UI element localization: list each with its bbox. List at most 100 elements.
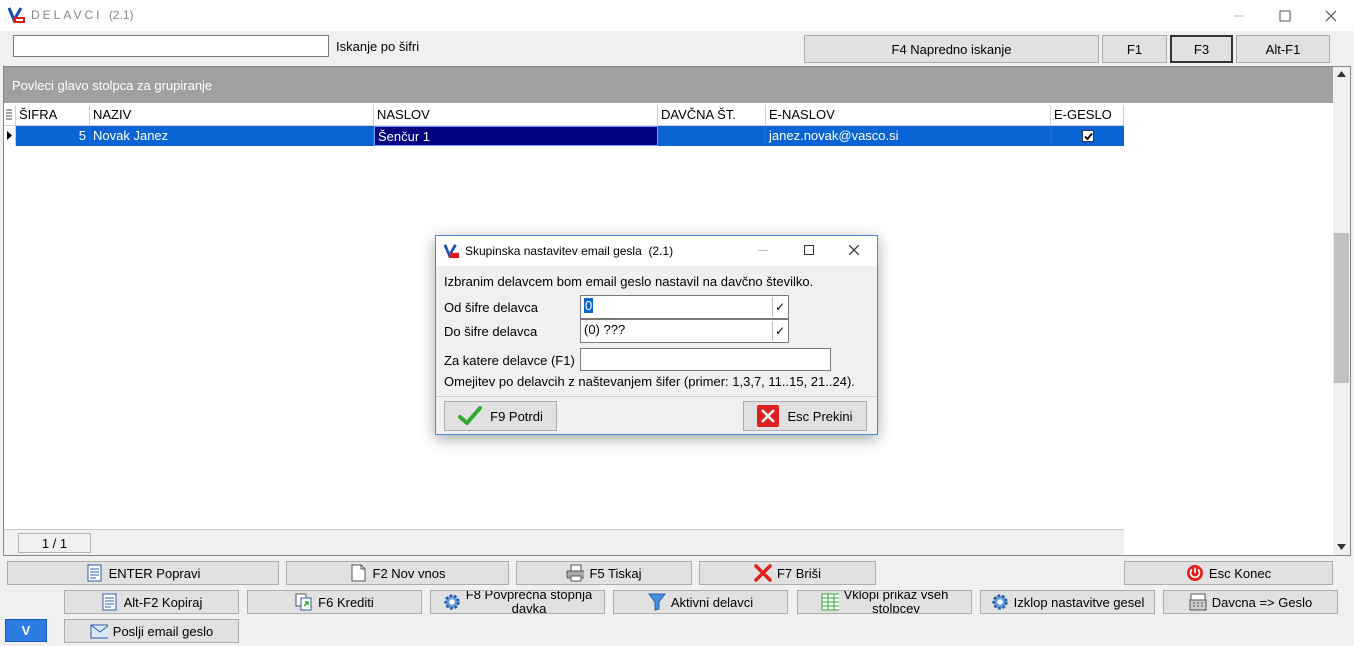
to-code-field[interactable]: (0) ??? ✓ [580,319,789,343]
column-header-naslov[interactable]: NASLOV [374,105,658,126]
column-header-sifra[interactable]: ŠIFRA [16,105,90,126]
active-employees-label: Aktivni delavci [670,594,754,610]
exit-label: Esc Konec [1208,565,1272,581]
filter-funnel-icon [647,593,666,611]
close-button[interactable] [1308,0,1354,31]
envelope-icon [90,622,108,640]
grid-footer [4,529,1124,555]
gear-icon [443,593,461,611]
app-logo-icon [444,244,460,259]
f1-button[interactable]: F1 [1102,35,1167,63]
bulk-email-password-dialog: Skupinska nastavitev email gesla (2.1) I… [435,235,878,435]
minimize-button[interactable] [1216,0,1262,31]
lookup-check-icon[interactable]: ✓ [772,297,787,317]
show-all-columns-button[interactable]: Vklopi prikaz vseh stolpcev [797,590,972,614]
search-label: Iskanje po šifri [336,39,420,54]
lookup-check-icon[interactable]: ✓ [772,321,787,341]
title-bar: DELAVCI (2.1) [0,0,1354,31]
copy-button[interactable]: Alt-F2 Kopiraj [64,590,239,614]
delete-button[interactable]: F7 Briši [699,561,876,585]
power-off-icon [1186,564,1204,582]
v-menu-button[interactable]: V [5,619,47,642]
delete-label: F7 Briši [776,565,822,581]
minimize-icon[interactable] [758,250,768,251]
cancel-label: Esc Prekini [787,408,853,424]
confirm-label: F9 Potrdi [490,408,543,424]
group-by-bar[interactable]: Povleci glavo stolpca za grupiranje [4,67,1333,103]
exit-button[interactable]: Esc Konec [1124,561,1333,585]
confirm-button[interactable]: F9 Potrdi [444,401,557,431]
maximize-icon[interactable] [804,245,814,255]
cell-email[interactable]: janez.novak@vasco.si [766,126,1051,146]
edit-button-label: ENTER Popravi [108,565,201,581]
current-row-icon [7,131,12,140]
search-input[interactable] [13,35,329,57]
minimize-icon [1234,15,1244,16]
send-email-password-button[interactable]: Poslji email geslo [64,619,239,643]
credits-button[interactable]: F6 Krediti [247,590,422,614]
scroll-thumb[interactable] [1334,233,1349,383]
from-code-value: 0 [584,298,594,313]
show-cols-line2: stolpcev [872,601,920,614]
new-entry-button[interactable]: F2 Nov vnos [286,561,509,585]
egeslo-checkbox[interactable] [1082,130,1094,142]
row-selector[interactable] [4,126,16,146]
average-tax-line2: davka [511,601,547,614]
column-header-davcna[interactable]: DAVČNA ŠT. [658,105,766,126]
from-code-field[interactable]: 0 ✓ [580,295,789,319]
active-employees-button[interactable]: Aktivni delavci [613,590,788,614]
credits-label: F6 Krediti [318,594,374,610]
table-grid-icon [821,593,839,611]
copy-label: Alt-F2 Kopiraj [123,594,203,610]
cancel-button[interactable]: Esc Prekini [743,401,867,431]
delete-x-icon [754,564,772,582]
alt-f1-button[interactable]: Alt-F1 [1236,35,1330,63]
disable-password-label: Izklop nastavitve gesel [1013,594,1145,610]
column-header-email[interactable]: E-NASLOV [766,105,1051,126]
which-employees-input[interactable] [580,348,831,371]
credits-documents-icon [295,593,313,611]
column-header-naziv[interactable]: NAZIV [90,105,374,126]
show-all-columns-label: Vklopi prikaz vseh stolpcev [844,591,949,613]
f3-button[interactable]: F3 [1170,35,1233,63]
tax-to-password-label: Davcna => Geslo [1211,594,1313,610]
edit-button[interactable]: ENTER Popravi [7,561,279,585]
close-icon[interactable] [849,245,859,255]
cell-davcna[interactable] [658,126,766,146]
column-chooser-icon[interactable] [5,108,13,120]
cell-naziv[interactable]: Novak Janez [90,126,374,146]
cell-egeslo[interactable] [1051,126,1124,146]
which-employees-label: Za katere delavce (F1) [444,353,575,368]
cash-register-icon [1189,593,1207,611]
row-selector-header[interactable] [4,105,16,126]
cell-naslov[interactable]: Šenčur 1 [374,126,658,146]
maximize-icon [1279,10,1291,21]
maximize-button[interactable] [1262,0,1308,31]
advanced-search-button[interactable]: F4 Napredno iskanje [804,35,1099,63]
checkmark-icon [1084,132,1093,141]
dialog-title: Skupinska nastavitev email gesla (2.1) [465,244,674,258]
printer-icon [566,564,585,582]
scroll-down-icon[interactable] [1337,544,1346,550]
column-header-egeslo[interactable]: E-GESLO [1051,105,1124,126]
cell-sifra[interactable]: 5 [16,126,90,146]
dialog-divider [436,396,877,397]
new-document-icon [350,564,368,582]
cancel-x-icon [757,405,780,427]
page-indicator: 1 / 1 [18,533,91,553]
print-button[interactable]: F5 Tiskaj [516,561,692,585]
average-tax-rate-label: F8 Povprečna stopnja davka [466,591,592,613]
average-tax-rate-button[interactable]: F8 Povprečna stopnja davka [430,590,605,614]
disable-password-setting-button[interactable]: Izklop nastavitve gesel [980,590,1155,614]
close-icon [1325,10,1337,21]
send-email-password-label: Poslji email geslo [112,623,214,639]
vertical-scrollbar[interactable] [1333,67,1350,555]
checkmark-green-icon [458,406,483,425]
gear-icon [991,593,1009,611]
scroll-up-icon[interactable] [1337,71,1346,77]
document-lines-icon [101,593,119,611]
tax-number-to-password-button[interactable]: Davcna => Geslo [1163,590,1338,614]
dialog-title-bar: Skupinska nastavitev email gesla (2.1) [436,236,877,266]
from-code-label: Od šifre delavca [444,300,538,315]
app-logo-icon [8,7,25,24]
